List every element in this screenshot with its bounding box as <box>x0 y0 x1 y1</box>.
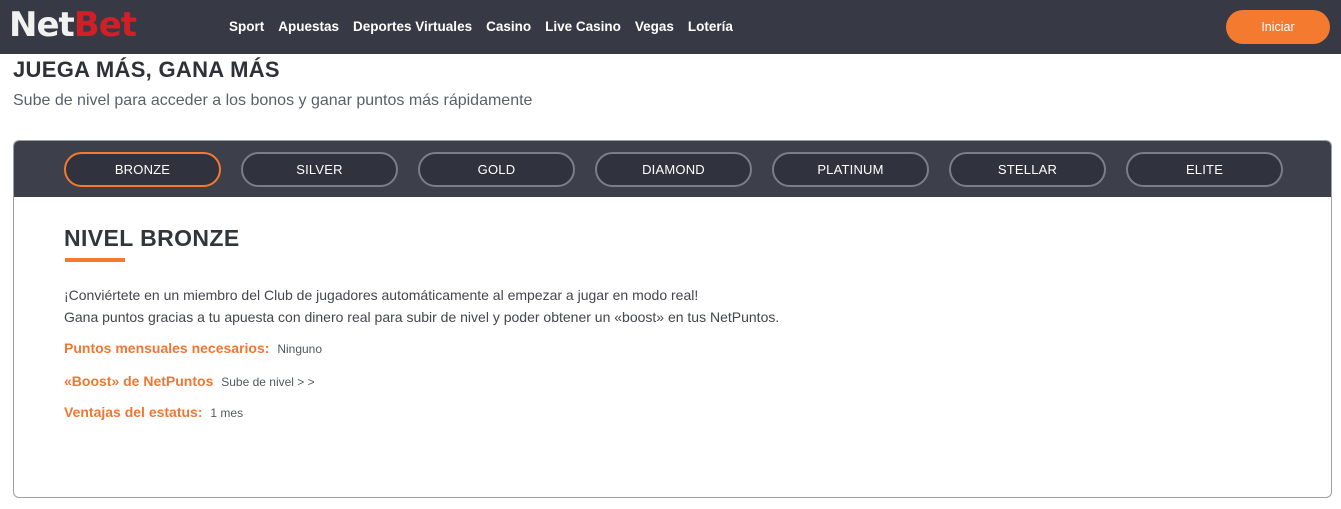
page-title: JUEGA MÁS, GANA MÁS <box>13 57 280 82</box>
boost-label: «Boost» de NetPuntos <box>64 373 214 389</box>
monthly-points-value: Ninguno <box>277 342 323 356</box>
login-button[interactable]: Iniciar <box>1226 10 1330 44</box>
boost-row: «Boost» de NetPuntos Sube de nivel > > <box>64 373 315 389</box>
nav-loteria[interactable]: Lotería <box>688 17 733 37</box>
tab-gold[interactable]: GOLD <box>418 152 575 187</box>
logo-bet: Bet <box>73 5 137 45</box>
boost-value[interactable]: Sube de nivel > > <box>221 375 314 389</box>
tab-silver[interactable]: SILVER <box>241 152 398 187</box>
nav-sport[interactable]: Sport <box>229 17 264 37</box>
monthly-points-label: Puntos mensuales necesarios: <box>64 340 270 356</box>
nav-casino[interactable]: Casino <box>486 17 531 37</box>
status-value: 1 mes <box>210 406 244 420</box>
tab-elite[interactable]: ELITE <box>1126 152 1283 187</box>
description-line-2: Gana puntos gracias a tu apuesta con din… <box>64 309 780 325</box>
nav-vegas[interactable]: Vegas <box>635 17 674 37</box>
logo-net: Net <box>9 5 75 45</box>
nav-apuestas[interactable]: Apuestas <box>278 17 339 37</box>
monthly-points-row: Puntos mensuales necesarios: Ninguno <box>64 340 322 356</box>
netbet-logo[interactable]: NetBet <box>9 5 137 45</box>
level-tabs: BRONZE SILVER GOLD DIAMOND PLATINUM STEL… <box>14 141 1331 197</box>
description-line-1: ¡Conviértete en un miembro del Club de j… <box>64 287 699 303</box>
tab-diamond[interactable]: DIAMOND <box>595 152 752 187</box>
main-nav: Sport Apuestas Deportes Virtuales Casino… <box>229 17 747 37</box>
nav-deportes-virtuales[interactable]: Deportes Virtuales <box>353 17 472 37</box>
tab-platinum[interactable]: PLATINUM <box>772 152 929 187</box>
level-description: ¡Conviértete en un miembro del Club de j… <box>64 284 779 328</box>
levels-card: BRONZE SILVER GOLD DIAMOND PLATINUM STEL… <box>13 140 1332 498</box>
status-row: Ventajas del estatus: 1 mes <box>64 404 243 420</box>
top-navbar: NetBet Sport Apuestas Deportes Virtuales… <box>0 0 1341 54</box>
level-title: NIVEL BRONZE <box>64 225 240 251</box>
tab-stellar[interactable]: STELLAR <box>949 152 1106 187</box>
status-label: Ventajas del estatus: <box>64 404 203 420</box>
tab-bronze[interactable]: BRONZE <box>64 152 221 187</box>
level-title-underline <box>65 258 125 262</box>
page-subtitle: Sube de nivel para acceder a los bonos y… <box>13 92 533 109</box>
nav-live-casino[interactable]: Live Casino <box>545 17 621 37</box>
